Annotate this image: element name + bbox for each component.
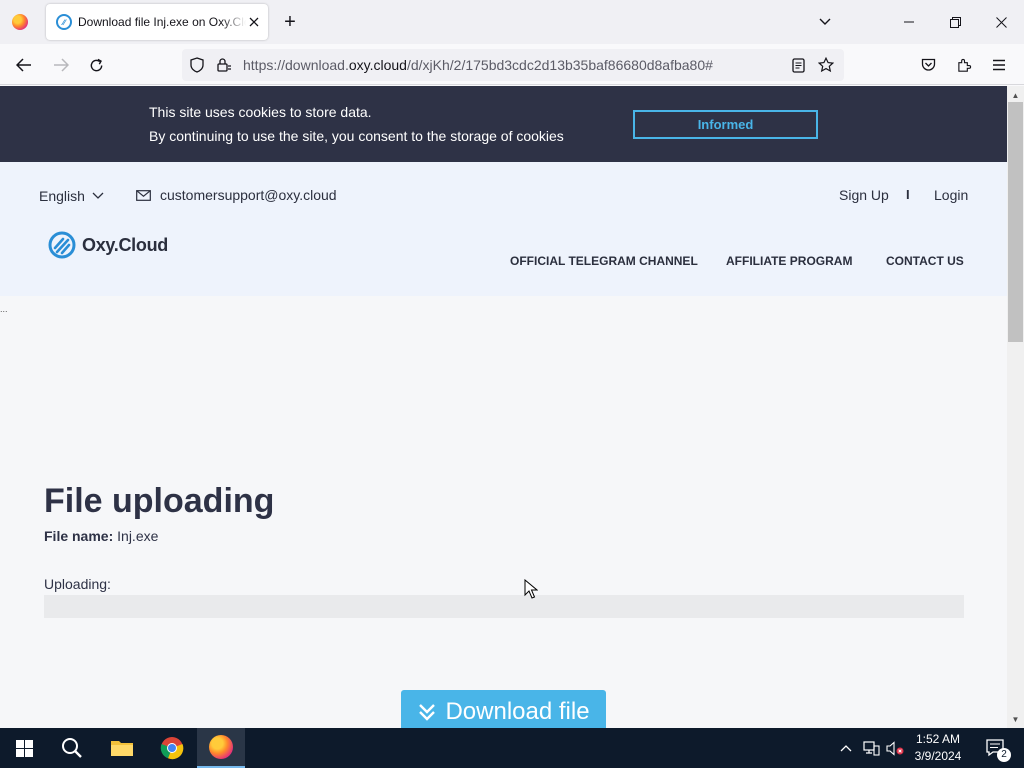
login-link[interactable]: Login: [934, 187, 968, 203]
nav-telegram-channel[interactable]: OFFICIAL TELEGRAM CHANNEL: [510, 254, 698, 268]
search-button[interactable]: [48, 728, 96, 768]
search-icon: [62, 738, 82, 758]
file-explorer-button[interactable]: [98, 728, 146, 768]
upload-progress-bar: [44, 595, 964, 618]
sign-up-link[interactable]: Sign Up: [839, 187, 889, 203]
firefox-view-button[interactable]: [8, 10, 32, 34]
informed-button[interactable]: Informed: [633, 110, 818, 139]
double-chevron-down-icon: [419, 704, 436, 721]
scroll-up-arrow-icon[interactable]: ▲: [1007, 88, 1024, 102]
language-label: English: [39, 188, 85, 204]
extensions-icon[interactable]: [953, 54, 975, 76]
chevron-down-icon: [92, 192, 104, 199]
page-title: File uploading: [44, 482, 275, 520]
file-name-value: Inj.exe: [117, 528, 159, 544]
bookmark-star-icon[interactable]: [818, 57, 834, 73]
file-name-row: File name: Inj.exe: [44, 528, 158, 544]
support-email-text: customersupport@oxy.cloud: [160, 187, 337, 203]
scroll-down-arrow-icon[interactable]: ▼: [1007, 712, 1024, 726]
cookie-banner: This site uses cookies to store data. By…: [0, 86, 1007, 162]
tab-bar: ∕∕ Download file Inj.exe on Oxy.Cloud +: [0, 0, 1024, 44]
lock-icon[interactable]: [216, 57, 232, 73]
oxy-cloud-logo-icon: [48, 231, 76, 259]
minimize-button[interactable]: [886, 0, 932, 44]
oxy-cloud-favicon-icon: ∕∕: [56, 14, 72, 30]
support-email-link[interactable]: customersupport@oxy.cloud: [136, 187, 337, 203]
file-name-label: File name:: [44, 528, 114, 544]
auth-separator: I: [906, 187, 910, 202]
logo-text: Oxy.Cloud: [82, 234, 168, 255]
page-scrollbar[interactable]: ▲ ▼: [1007, 86, 1024, 728]
firefox-icon: [12, 14, 28, 30]
windows-taskbar: 1:52 AM 3/9/2024 2: [0, 728, 1024, 768]
windows-logo-icon: [15, 739, 33, 757]
nav-affiliate-program[interactable]: AFFILIATE PROGRAM: [726, 254, 852, 268]
uploading-label: Uploading:: [44, 576, 111, 592]
reader-view-icon[interactable]: [790, 57, 806, 73]
shield-icon[interactable]: [189, 57, 205, 73]
taskbar-clock[interactable]: 1:52 AM 3/9/2024: [904, 731, 972, 765]
chrome-button[interactable]: [148, 728, 196, 768]
language-selector[interactable]: English: [39, 188, 104, 204]
download-file-button[interactable]: Download file: [401, 690, 606, 728]
notification-center-button[interactable]: 2: [980, 728, 1012, 768]
clock-time: 1:52 AM: [915, 732, 961, 746]
start-button[interactable]: [0, 728, 48, 768]
clock-date: 3/9/2024: [914, 749, 962, 763]
site-logo[interactable]: Oxy.Cloud: [48, 231, 168, 259]
download-file-label: Download file: [445, 698, 590, 725]
network-icon[interactable]: [860, 728, 882, 768]
new-tab-button[interactable]: +: [280, 12, 300, 32]
cookie-text-line2: By continuing to use the site, you conse…: [149, 128, 564, 144]
chrome-icon: [160, 737, 184, 760]
envelope-icon: [136, 189, 151, 201]
volume-muted-icon[interactable]: [884, 728, 906, 768]
cookie-text-line1: This site uses cookies to store data.: [149, 104, 372, 120]
url-bar[interactable]: https://download.oxy.cloud/d/xjKh/2/175b…: [182, 49, 844, 81]
loading-dots: ...: [0, 304, 8, 314]
page-viewport: This site uses cookies to store data. By…: [0, 86, 1007, 728]
restore-button[interactable]: [932, 0, 978, 44]
close-window-button[interactable]: [978, 0, 1024, 44]
folder-icon: [111, 741, 133, 756]
firefox-taskbar-button[interactable]: [197, 728, 245, 768]
notification-count: 2: [997, 748, 1011, 762]
active-tab[interactable]: ∕∕ Download file Inj.exe on Oxy.Cloud: [46, 4, 268, 40]
nav-contact-us[interactable]: CONTACT US: [886, 254, 964, 268]
tab-title: Download file Inj.exe on Oxy.Cloud: [78, 15, 246, 29]
mouse-cursor-icon: [524, 579, 538, 599]
firefox-taskbar-icon: [209, 735, 233, 759]
scroll-thumb[interactable]: [1008, 102, 1023, 342]
back-button[interactable]: [9, 50, 39, 80]
forward-button[interactable]: [46, 50, 76, 80]
pocket-icon[interactable]: [917, 54, 939, 76]
tab-close-icon[interactable]: [246, 14, 262, 30]
show-hidden-icons-chevron-up-icon[interactable]: [836, 728, 856, 768]
navigation-toolbar: https://download.oxy.cloud/d/xjKh/2/175b…: [0, 44, 1024, 85]
url-text: https://download.oxy.cloud/d/xjKh/2/175b…: [243, 57, 713, 73]
site-header: English customersupport@oxy.cloud Sign U…: [0, 162, 1007, 296]
reload-button[interactable]: [81, 50, 111, 80]
list-all-tabs-chevron-down-icon[interactable]: [814, 12, 836, 32]
hamburger-menu-icon[interactable]: [988, 54, 1010, 76]
